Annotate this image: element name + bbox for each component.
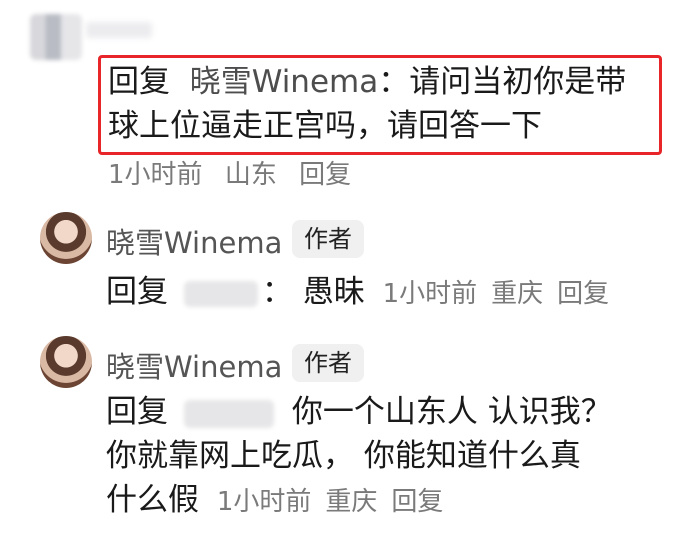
timestamp: 1小时前 xyxy=(216,487,312,517)
location: 重庆 xyxy=(491,279,544,309)
reply-button[interactable]: 回复 xyxy=(557,279,609,309)
timestamp: 1小时前 xyxy=(108,160,203,190)
username[interactable]: 晓雪Winema xyxy=(106,344,282,386)
reply-label: 回复 xyxy=(106,274,168,310)
comment-body-line-1: 你一个山东人 认识我？ xyxy=(291,394,612,430)
reply-body: 回复 你一个山东人 认识我？ 你就靠网上吃瓜， 你能知道什么真 什么假 1小时前… xyxy=(106,390,666,524)
comment-meta: 1小时前 重庆 回复 xyxy=(383,279,624,309)
reply-body: 回复 ： 愚昧 1小时前 重庆 回复 xyxy=(106,270,623,316)
reply-label: 回复 xyxy=(108,64,170,100)
avatar[interactable] xyxy=(40,336,92,388)
comment-meta: 1小时前 重庆 回复 xyxy=(217,487,458,517)
author-badge: 作者 xyxy=(292,220,364,258)
timestamp: 1小时前 xyxy=(382,279,478,309)
reply-button[interactable]: 回复 xyxy=(391,487,443,517)
location: 山东 xyxy=(224,160,277,190)
comment-meta: 1小时前 山东 回复 xyxy=(108,154,365,191)
blurred-username xyxy=(86,22,152,38)
masked-username xyxy=(183,399,274,428)
masked-username xyxy=(183,280,258,307)
reply-label: 回复 xyxy=(106,394,168,430)
comment-body-line-3: 什么假 xyxy=(106,482,199,518)
location: 重庆 xyxy=(325,487,378,517)
reply-target-name[interactable]: 晓雪Winema xyxy=(190,64,379,100)
comment-body-line-2: 你就靠网上吃瓜， 你能知道什么真 xyxy=(106,438,581,474)
separator: ： xyxy=(378,64,410,100)
comment-text: 回复 晓雪Winema：请问当初你是带球上位逼走正宫吗，请回答一下 xyxy=(108,60,656,148)
reply-button[interactable]: 回复 xyxy=(299,160,351,190)
avatar[interactable] xyxy=(30,14,82,60)
author-badge: 作者 xyxy=(292,344,364,382)
separator: ： xyxy=(261,274,293,310)
avatar[interactable] xyxy=(40,212,92,264)
username[interactable]: 晓雪Winema xyxy=(106,220,282,262)
comment-body: 愚昧 xyxy=(302,274,365,310)
